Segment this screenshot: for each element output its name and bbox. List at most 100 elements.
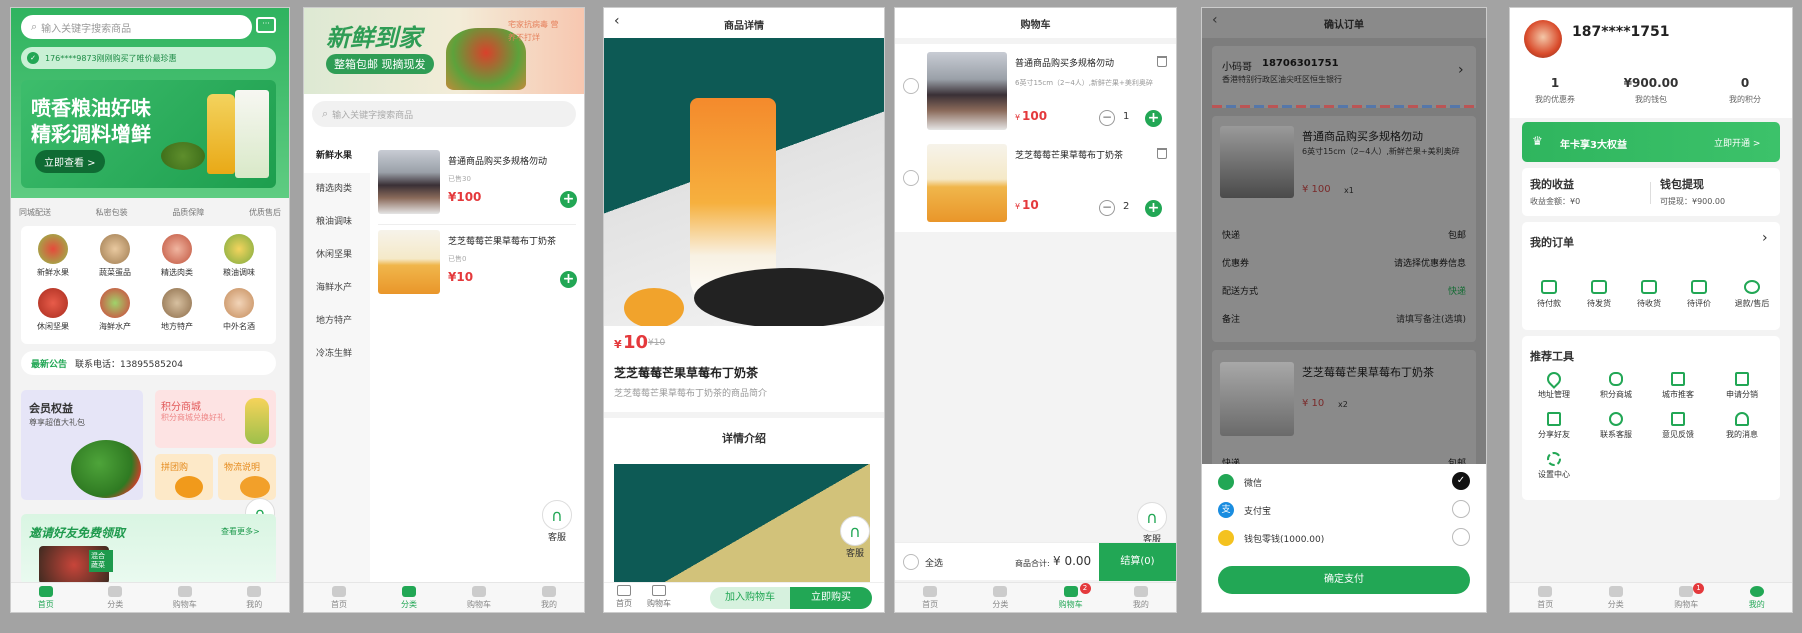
customer-service-button[interactable]: ∩ 客服	[1135, 502, 1169, 546]
search-bar[interactable]: ⌕ 输入关键字搜索商品	[312, 101, 576, 127]
tool-settings[interactable]: 设置中心	[1526, 452, 1582, 480]
withdraw-block[interactable]: 钱包提现 可提现：¥900.00	[1660, 176, 1725, 207]
item-checkbox[interactable]	[903, 78, 919, 94]
announcement-bar[interactable]: 最新公告 联系电话：13895585204	[21, 351, 276, 375]
sidebar-item-frozen[interactable]: 冷冻生鲜	[304, 338, 370, 371]
category-item-oil[interactable]: 粮油调味	[213, 234, 265, 278]
category-item-vegetable[interactable]: 蔬菜蛋品	[89, 234, 141, 278]
stat-points[interactable]: 0 我的积分	[1710, 76, 1780, 105]
invite-banner[interactable]: 邀请好友免费领取 查看更多> 混合蔬菜	[21, 514, 276, 584]
remark-input[interactable]: 请填写备注(选填)	[1396, 312, 1466, 325]
tab-mine[interactable]: 我的	[1106, 583, 1176, 612]
select-all-checkbox[interactable]	[903, 554, 919, 570]
tab-category[interactable]: 分类	[374, 583, 444, 612]
sidebar-item-meat[interactable]: 精选肉类	[304, 173, 370, 206]
sidebar-item-nuts[interactable]: 休闲坚果	[304, 239, 370, 272]
trash-icon[interactable]	[1157, 56, 1167, 67]
category-item-seafood[interactable]: 海鲜水产	[89, 288, 141, 332]
select-all-label[interactable]: 全选	[925, 556, 943, 569]
invite-more[interactable]: 查看更多>	[221, 526, 260, 537]
chevron-right-icon[interactable]: ›	[1762, 230, 1768, 246]
notice-ticker[interactable]: ✓ 176****9873刚刚购买了唯价最珍惠	[21, 47, 276, 69]
tool-share[interactable]: 分享好友	[1526, 412, 1582, 440]
promo-logistics[interactable]: 物流说明	[218, 454, 276, 500]
delivery-value[interactable]: 快递	[1448, 284, 1466, 297]
avatar[interactable]	[1524, 20, 1562, 58]
promo-points[interactable]: 积分商城 积分商城兑换好礼	[155, 390, 276, 448]
tool-address[interactable]: 地址管理	[1526, 369, 1582, 400]
search-bar[interactable]: ⌕ 输入关键字搜索商品	[21, 15, 252, 39]
tab-cart[interactable]: 购物车 2	[1036, 583, 1106, 612]
order-refund[interactable]: 退款/售后	[1726, 280, 1778, 309]
decrease-button[interactable]: −	[1099, 200, 1115, 216]
coupon-value[interactable]: 请选择优惠券信息	[1394, 256, 1466, 269]
category-banner[interactable]: 新鲜到家 整箱包邮 现摘现发 宅家抗病毒 营养不打烊	[304, 8, 584, 94]
home-button[interactable]: 首页	[612, 585, 636, 609]
sidebar-item-fruit[interactable]: 新鲜水果	[304, 140, 370, 173]
wechat-pay-option[interactable]: 微信 ✓	[1218, 472, 1472, 494]
item-checkbox[interactable]	[903, 170, 919, 186]
customer-service-button[interactable]: ∩ 客服	[540, 500, 574, 544]
tab-home[interactable]: 首页	[895, 583, 965, 612]
promo-group-buy[interactable]: 拼团购	[155, 454, 213, 500]
earnings-block[interactable]: 我的收益 收益金额：¥0	[1530, 176, 1580, 207]
order-pending-receipt[interactable]: 待收货	[1626, 280, 1672, 309]
add-to-cart-button[interactable]: +	[560, 191, 577, 208]
banner-button[interactable]: 立即查看 >	[35, 150, 105, 173]
category-item-nuts[interactable]: 休闲坚果	[27, 288, 79, 332]
add-to-cart-button[interactable]: 加入购物车	[710, 587, 790, 609]
tab-category[interactable]: 分类	[965, 583, 1035, 612]
item-quantity[interactable]: 1	[1123, 111, 1129, 122]
add-to-cart-button[interactable]: +	[560, 271, 577, 288]
tool-points-mall[interactable]: 积分商城	[1588, 372, 1644, 400]
order-pending-review[interactable]: 待评价	[1676, 280, 1722, 309]
orders-title[interactable]: 我的订单	[1530, 234, 1574, 250]
increase-button[interactable]: +	[1145, 110, 1162, 127]
tool-contact-service[interactable]: 联系客服	[1588, 412, 1644, 440]
tab-cart[interactable]: 购物车	[444, 583, 514, 612]
alipay-option[interactable]: 支 支付宝	[1218, 500, 1472, 522]
wallet-option[interactable]: 钱包零钱(1000.00)	[1218, 528, 1472, 550]
tool-feedback[interactable]: 意见反馈	[1650, 412, 1706, 440]
message-icon[interactable]: ···	[256, 17, 276, 33]
tab-category[interactable]: 分类	[1581, 583, 1652, 612]
decrease-button[interactable]: −	[1099, 110, 1115, 126]
category-item-fruit[interactable]: 新鲜水果	[27, 234, 79, 278]
tab-mine[interactable]: 我的	[514, 583, 584, 612]
sidebar-item-specialty[interactable]: 地方特产	[304, 305, 370, 338]
category-item-wine[interactable]: 中外名酒	[213, 288, 265, 332]
tab-cart[interactable]: 购物车	[150, 583, 220, 612]
address-card[interactable]: 小码哥 18706301751 香港特别行政区油尖旺区恒生银行 ›	[1212, 46, 1476, 108]
product-card[interactable]: 普通商品购买多规格勿动 已售30 ¥100 +	[374, 146, 580, 220]
tool-city-promoter[interactable]: 城市推客	[1650, 372, 1706, 400]
order-pending-shipment[interactable]: 待发货	[1576, 280, 1622, 309]
buy-now-button[interactable]: 立即购买	[790, 587, 872, 609]
category-item-meat[interactable]: 精选肉类	[151, 234, 203, 278]
checkout-button[interactable]: 结算(0)	[1099, 543, 1176, 581]
cart-button[interactable]: 购物车	[644, 585, 674, 609]
promo-member[interactable]: 会员权益 尊享超值大礼包	[21, 390, 143, 500]
sidebar-item-oil[interactable]: 粮油调味	[304, 206, 370, 239]
tool-apply-distribution[interactable]: 申请分销	[1712, 372, 1772, 400]
tab-cart[interactable]: 购物车 1	[1651, 583, 1722, 612]
hero-banner[interactable]: 喷香粮油好味 精彩调料增鲜 立即查看 >	[21, 80, 276, 188]
order-pending-payment[interactable]: 待付款	[1526, 280, 1572, 309]
tab-mine[interactable]: 我的	[220, 583, 290, 612]
stat-wallet[interactable]: ¥900.00 我的钱包	[1616, 76, 1686, 105]
tab-category[interactable]: 分类	[81, 583, 151, 612]
tab-home[interactable]: 首页	[304, 583, 374, 612]
sidebar-item-seafood[interactable]: 海鲜水产	[304, 272, 370, 305]
item-quantity[interactable]: 2	[1123, 201, 1129, 212]
vip-banner[interactable]: ♛ 年卡享3大权益 立即开通 >	[1522, 122, 1780, 162]
product-card[interactable]: 芝芝莓莓芒果草莓布丁奶茶 已售0 ¥10 +	[374, 226, 580, 300]
tab-home[interactable]: 首页	[11, 583, 81, 612]
customer-service-button[interactable]: ∩ 客服	[838, 516, 872, 560]
increase-button[interactable]: +	[1145, 200, 1162, 217]
category-item-specialty[interactable]: 地方特产	[151, 288, 203, 332]
tab-home[interactable]: 首页	[1510, 583, 1581, 612]
confirm-pay-button[interactable]: 确定支付	[1218, 566, 1470, 594]
stat-coupons[interactable]: 1 我的优惠券	[1520, 76, 1590, 105]
trash-icon[interactable]	[1157, 148, 1167, 159]
tab-mine[interactable]: 我的	[1722, 583, 1793, 612]
tool-messages[interactable]: 我的消息	[1712, 412, 1772, 440]
